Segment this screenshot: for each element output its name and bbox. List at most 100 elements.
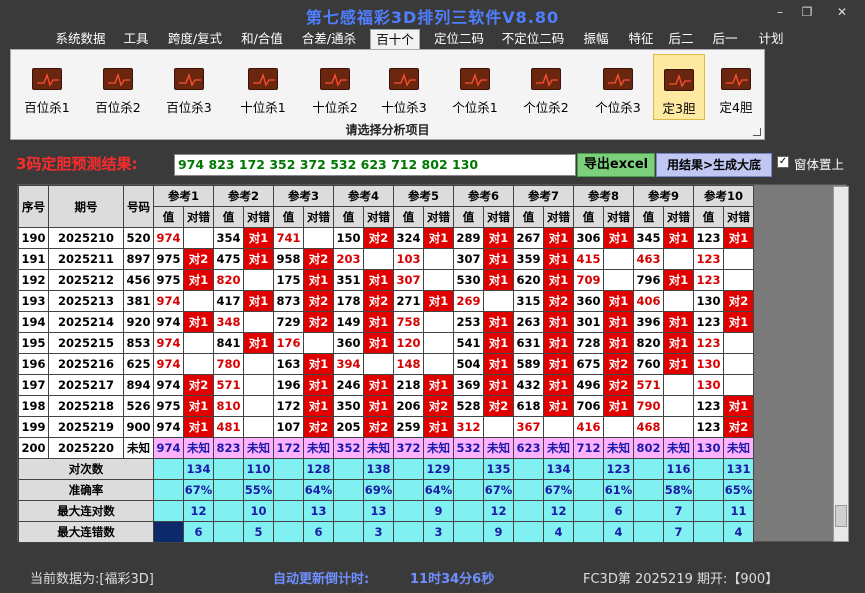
value-cell: 103: [393, 248, 424, 270]
menu-item[interactable]: 特征: [623, 29, 659, 49]
value-cell: 123: [693, 395, 724, 417]
table-row[interactable]: 193 2025213 381 974 417 对1 873 对2 178 对2 271 对1 269 3…: [18, 290, 754, 312]
menu-item[interactable]: 后二: [666, 29, 696, 49]
table-row[interactable]: 190 2025210 520 974 354 对1 741 150 对2 324 对1 289 对1 2…: [18, 227, 754, 249]
stats-blank-cell: [633, 521, 664, 543]
value-cell: 345: [633, 227, 664, 249]
value-cell: 203: [333, 248, 364, 270]
ribbon-button[interactable]: 十位杀3: [373, 54, 435, 120]
seq-cell: 200: [18, 437, 49, 459]
ribbon-button-label: 个位杀1: [452, 100, 498, 115]
menu-item[interactable]: 跨度/复式: [164, 29, 226, 49]
value-cell: 481: [213, 416, 244, 438]
check-cell: [723, 353, 754, 375]
value-header: 值: [213, 206, 244, 228]
value-cell: 530: [453, 269, 484, 291]
ribbon-button[interactable]: 百位杀3: [159, 54, 219, 120]
table-row[interactable]: 196 2025216 625 974 780 163 对1 394 148 504 对1 589 对1…: [18, 353, 754, 375]
issue-cell: 2025218: [48, 395, 124, 417]
value-header: 值: [273, 206, 304, 228]
value-cell: 176: [273, 332, 304, 354]
stats-value-cell: 110: [243, 458, 274, 480]
table-row[interactable]: 197 2025217 894 974 对2 571 196 对1 246 对1 218 对1 369 对…: [18, 374, 754, 396]
value-cell: 150: [333, 227, 364, 249]
value-cell: 571: [213, 374, 244, 396]
ribbon-button-label: 百位杀2: [95, 100, 141, 115]
menu-item[interactable]: 合差/通杀: [298, 29, 360, 49]
maximize-button[interactable]: ❐: [797, 4, 817, 20]
generate-base-button[interactable]: 用结果>生成大底: [656, 153, 772, 177]
predict-check-cell: 未知: [243, 437, 274, 459]
table-row[interactable]: 199 2025219 900 974 对1 481 107 对2 205 对2 259 对1 312 3…: [18, 416, 754, 438]
topmost-checkbox[interactable]: ✓: [777, 156, 789, 168]
value-cell: 123: [693, 416, 724, 438]
value-cell: 974: [153, 374, 184, 396]
menu-item[interactable]: 百十个: [370, 29, 420, 49]
ribbon-button[interactable]: 定3胆: [653, 54, 705, 120]
results-grid: 序号 期号 号码 参考1 参考2 参考3 参考4 参考5 参考6 参考7 参考8 参考9 参考10 值对错…: [17, 184, 847, 543]
stats-value-cell: 5: [243, 521, 274, 543]
ribbon-button[interactable]: 百位杀1: [17, 54, 77, 120]
check-cell: [363, 248, 394, 270]
check-cell: 对1: [243, 290, 274, 312]
menu-item[interactable]: 不定位二码: [495, 29, 571, 49]
grid-scrollbar[interactable]: [833, 186, 849, 542]
issue-cell: 2025216: [48, 353, 124, 375]
menu-item[interactable]: 和/合值: [238, 29, 286, 49]
menu-item[interactable]: 工具: [121, 29, 151, 49]
value-cell: 301: [573, 311, 604, 333]
stats-row: 最大连错数 6 5 6 3 3 9 4 4 7 4: [18, 521, 754, 543]
menu-item[interactable]: 系统数据: [52, 29, 109, 49]
seq-cell: 196: [18, 353, 49, 375]
value-cell: 218: [393, 374, 424, 396]
value-cell: 107: [273, 416, 304, 438]
menu-item[interactable]: 后一: [710, 29, 740, 49]
chart-icon: [531, 68, 561, 90]
table-row[interactable]: 194 2025214 920 974 对1 348 729 对2 149 对1 758 253 对1 2…: [18, 311, 754, 333]
check-cell: [183, 332, 214, 354]
ribbon-button[interactable]: 十位杀2: [303, 54, 367, 120]
stats-blank-cell: [333, 479, 364, 501]
close-button[interactable]: ✕: [832, 4, 852, 20]
ribbon-button[interactable]: 个位杀3: [587, 54, 649, 120]
value-header: 值: [453, 206, 484, 228]
check-cell: [663, 290, 694, 312]
number-cell: 625: [123, 353, 154, 375]
table-row[interactable]: 195 2025215 853 974 841 对1 176 360 对1 120 541 对1 631…: [18, 332, 754, 354]
ribbon-button[interactable]: 个位杀1: [445, 54, 505, 120]
issue-cell: 2025215: [48, 332, 124, 354]
menu-item[interactable]: 定位二码: [430, 29, 488, 49]
check-cell: [423, 311, 454, 333]
predict-value-cell: 372: [393, 437, 424, 459]
menu-item[interactable]: 计划: [756, 29, 786, 49]
ribbon-expand-icon[interactable]: [753, 128, 761, 136]
predict-check-cell: 未知: [183, 437, 214, 459]
seq-cell: 198: [18, 395, 49, 417]
prediction-result-field[interactable]: 974 823 172 352 372 532 623 712 802 130: [174, 154, 576, 176]
table-row[interactable]: 192 2025212 456 975 对1 820 175 对1 351 对1 307 530 对1 6…: [18, 269, 754, 291]
ribbon-button[interactable]: 百位杀2: [88, 54, 148, 120]
menu-item[interactable]: 振幅: [578, 29, 614, 49]
check-cell: 对1: [603, 290, 634, 312]
table-row[interactable]: 191 2025211 897 975 对2 475 对1 958 对2 203 103 307 对1 3…: [18, 248, 754, 270]
export-excel-button[interactable]: 导出excel: [577, 153, 655, 177]
check-cell: [723, 332, 754, 354]
table-row[interactable]: 198 2025218 526 975 对1 810 172 对1 350 对1 206 对2 528 对…: [18, 395, 754, 417]
ribbon-button[interactable]: 定4胆: [713, 54, 759, 120]
prediction-row[interactable]: 200 2025220 未知 974 未知 823 未知 172 未知 352 未知 372 未知 532…: [18, 437, 754, 459]
value-cell: 417: [213, 290, 244, 312]
value-cell: 360: [573, 290, 604, 312]
value-cell: 130: [693, 374, 724, 396]
scrollbar-thumb[interactable]: [835, 505, 847, 527]
value-cell: 315: [513, 290, 544, 312]
check-cell: [303, 227, 334, 249]
chart-icon: [174, 68, 204, 90]
ribbon-button[interactable]: 个位杀2: [516, 54, 576, 120]
value-cell: 178: [333, 290, 364, 312]
ribbon-button[interactable]: 十位杀1: [231, 54, 295, 120]
stats-value-cell: 58%: [663, 479, 694, 501]
check-cell: 对2: [423, 395, 454, 417]
check-header: 对错: [663, 206, 694, 228]
minimize-button[interactable]: –: [770, 4, 790, 20]
issue-cell: 2025220: [48, 437, 124, 459]
